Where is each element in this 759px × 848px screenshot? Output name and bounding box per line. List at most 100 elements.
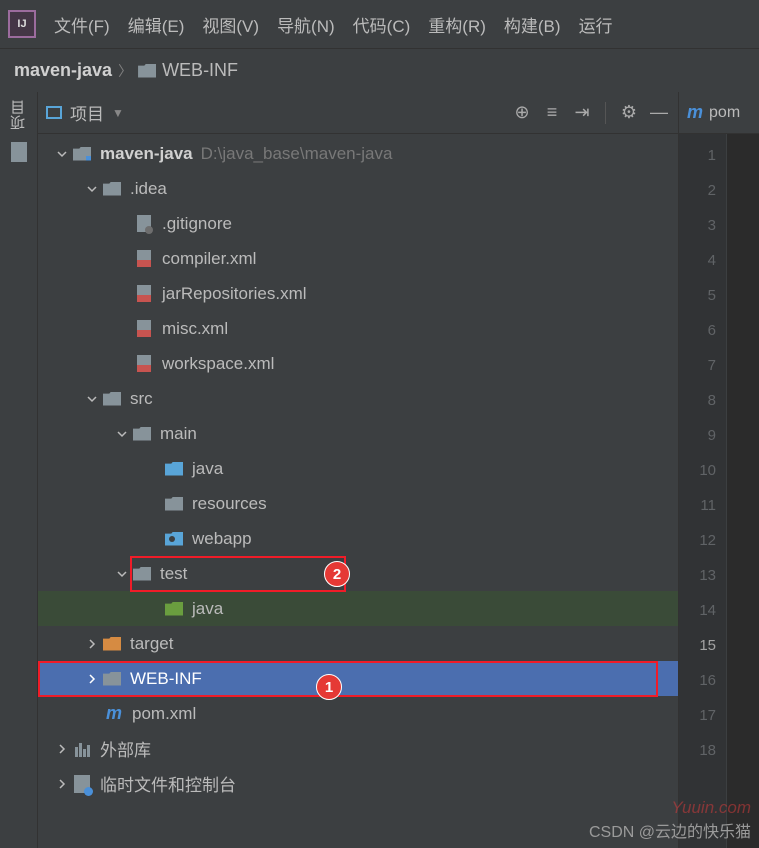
chevron-right-icon[interactable] [86, 673, 98, 685]
tree-item[interactable]: m pom.xml [38, 696, 678, 731]
line-number: 9 [679, 418, 726, 453]
expand-icon[interactable]: ≡ [541, 102, 563, 124]
target-icon[interactable]: ⊕ [511, 102, 533, 124]
menu-navigate[interactable]: 导航(N) [277, 12, 335, 37]
tree-item[interactable]: test [38, 556, 678, 591]
tree-item[interactable]: main [38, 416, 678, 451]
editor-gutter: 1 2 3 4 5 6 7 8 9 10 11 12 13 14 15 16 1 [679, 134, 727, 848]
menu-code[interactable]: 代码(C) [353, 12, 411, 37]
editor-body[interactable] [727, 134, 759, 848]
tree-label: maven-java [100, 144, 193, 164]
folder-icon [102, 181, 122, 197]
chevron-down-icon[interactable] [86, 393, 98, 405]
line-number: 8 [679, 383, 726, 418]
editor: m pom 1 2 3 4 5 6 7 8 9 10 11 12 13 [679, 92, 759, 848]
line-number: 17 [679, 698, 726, 733]
panel-header: 项目 ▼ ⊕ ≡ ⇥ ⚙ — [38, 92, 678, 134]
tree-item[interactable]: workspace.xml [38, 346, 678, 381]
source-folder-icon [164, 461, 184, 477]
menu-run[interactable]: 运行 [579, 12, 613, 37]
line-number: 14 [679, 593, 726, 628]
tree-label: WEB-INF [130, 669, 202, 689]
gear-icon[interactable]: ⚙ [618, 102, 640, 124]
line-number: 2 [679, 173, 726, 208]
tree-item-webapp[interactable]: webapp [38, 521, 678, 556]
tree-label: pom.xml [132, 704, 196, 724]
tree-label: 临时文件和控制台 [100, 771, 236, 796]
chevron-down-icon[interactable] [116, 568, 128, 580]
tree-item-webinf[interactable]: WEB-INF [38, 661, 678, 696]
folder-icon [132, 566, 152, 582]
tree-item[interactable]: .idea [38, 171, 678, 206]
tree-item[interactable]: java [38, 591, 678, 626]
chevron-right-icon[interactable] [56, 743, 68, 755]
tree-root[interactable]: maven-java D:\java_base\maven-java [38, 136, 678, 171]
tree-item[interactable]: jarRepositories.xml [38, 276, 678, 311]
folder-icon [102, 671, 122, 687]
file-icon [134, 216, 154, 232]
tree-item[interactable]: 临时文件和控制台 [38, 766, 678, 801]
tree-label: misc.xml [162, 319, 228, 339]
chevron-down-icon[interactable] [86, 183, 98, 195]
tree-label: webapp [192, 529, 252, 549]
tree-item[interactable]: java [38, 451, 678, 486]
chevron-down-icon[interactable] [56, 148, 68, 160]
tree-item[interactable]: src [38, 381, 678, 416]
dropdown-icon[interactable]: ▼ [112, 106, 124, 120]
menu-bar: 文件(F) 编辑(E) 视图(V) 导航(N) 代码(C) 重构(R) 构建(B… [0, 0, 759, 48]
tree-label: .gitignore [162, 214, 232, 234]
minimize-icon[interactable]: — [648, 102, 670, 124]
tree-item[interactable]: compiler.xml [38, 241, 678, 276]
line-number: 11 [679, 488, 726, 523]
panel-title[interactable]: 项目 [70, 100, 104, 125]
tree-label: java [192, 459, 223, 479]
project-panel: 项目 ▼ ⊕ ≡ ⇥ ⚙ — maven-java D:\java_base\m… [38, 92, 679, 848]
tree-item[interactable]: resources [38, 486, 678, 521]
sidebar-structure-icon[interactable] [11, 142, 27, 162]
breadcrumb-root[interactable]: maven-java [14, 60, 112, 81]
tree-label: main [160, 424, 197, 444]
tree-item[interactable]: 外部库 [38, 731, 678, 766]
editor-tab[interactable]: m pom [679, 92, 759, 134]
line-number: 5 [679, 278, 726, 313]
tree-label: java [192, 599, 223, 619]
chevron-right-icon[interactable] [56, 778, 68, 790]
tree-label: resources [192, 494, 267, 514]
menu-refactor[interactable]: 重构(R) [428, 12, 486, 37]
maven-icon: m [687, 102, 703, 123]
tree-label: target [130, 634, 173, 654]
tree-label: workspace.xml [162, 354, 274, 374]
tree-item[interactable]: misc.xml [38, 311, 678, 346]
excluded-folder-icon [102, 636, 122, 652]
menu-view[interactable]: 视图(V) [202, 12, 259, 37]
menu-edit[interactable]: 编辑(E) [128, 12, 185, 37]
web-folder-icon [164, 531, 184, 547]
menu-build[interactable]: 构建(B) [504, 12, 561, 37]
editor-tab-label: pom [709, 104, 740, 122]
maven-icon: m [104, 706, 124, 722]
menu-file[interactable]: 文件(F) [54, 12, 110, 37]
line-number: 4 [679, 243, 726, 278]
chevron-down-icon[interactable] [116, 428, 128, 440]
tree-item[interactable]: target [38, 626, 678, 661]
navigation-bar: maven-java 〉 WEB-INF [0, 48, 759, 92]
module-folder-icon [72, 146, 92, 162]
line-number: 18 [679, 733, 726, 768]
line-number: 15 [679, 628, 726, 663]
tree-item[interactable]: .gitignore [38, 206, 678, 241]
chevron-right-icon: 〉 [118, 61, 132, 81]
chevron-right-icon[interactable] [86, 638, 98, 650]
line-number: 6 [679, 313, 726, 348]
folder-icon [138, 64, 156, 78]
line-number: 1 [679, 138, 726, 173]
sidebar-project-label[interactable]: 项目 [8, 100, 29, 130]
line-number: 10 [679, 453, 726, 488]
test-folder-icon [164, 601, 184, 617]
line-number: 16 [679, 663, 726, 698]
tree-label: src [130, 389, 153, 409]
line-number: 3 [679, 208, 726, 243]
breadcrumb-current[interactable]: WEB-INF [162, 60, 238, 81]
collapse-icon[interactable]: ⇥ [571, 102, 593, 124]
xml-file-icon [134, 286, 154, 302]
xml-file-icon [134, 321, 154, 337]
